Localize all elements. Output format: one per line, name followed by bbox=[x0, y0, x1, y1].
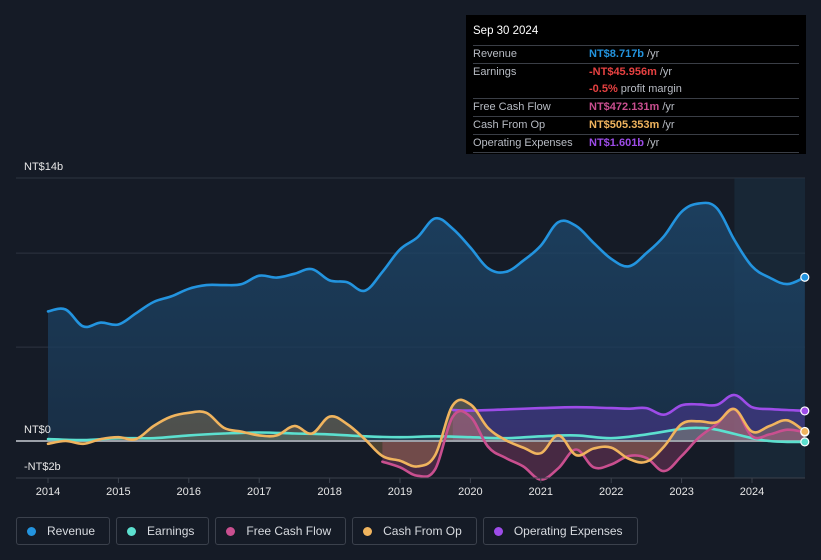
legend-item-earnings[interactable]: Earnings bbox=[116, 517, 210, 545]
tooltip-row-value: -0.5% bbox=[589, 83, 618, 95]
x-tick-label: 2017 bbox=[247, 486, 271, 498]
y-tick-label: NT$0 bbox=[24, 424, 51, 436]
tooltip-rows: Revenue NT$8.717b/yr Earnings -NT$45.956m/y… bbox=[473, 46, 799, 153]
tooltip-date: Sep 30 2024 bbox=[473, 23, 799, 46]
tooltip-row-value: NT$505.353m bbox=[589, 119, 660, 131]
tooltip-row-label: Free Cash Flow bbox=[473, 101, 551, 113]
tooltip-row-label: Operating Expenses bbox=[473, 137, 573, 149]
x-tick-label: 2022 bbox=[599, 486, 623, 498]
tooltip-row-label: Cash From Op bbox=[473, 119, 546, 131]
legend-dot-icon bbox=[226, 526, 236, 536]
legend: Revenue Earnings Free Cash Flow Cash From O… bbox=[16, 517, 638, 545]
tooltip-panel: Sep 30 2024 Revenue NT$8.717b/yr Earnings -… bbox=[466, 15, 806, 154]
tooltip-row-suffix: /yr bbox=[662, 101, 675, 113]
legend-label: Revenue bbox=[47, 524, 96, 538]
tooltip-row-suffix: /yr bbox=[662, 119, 675, 131]
x-tick-label: 2021 bbox=[529, 486, 553, 498]
legend-item-cash-from-op[interactable]: Cash From Op bbox=[352, 517, 477, 545]
tooltip-row-label: Revenue bbox=[473, 48, 518, 60]
cash-from-op-end-marker bbox=[800, 426, 810, 437]
x-tick-label: 2018 bbox=[317, 486, 341, 498]
y-tick-label: -NT$2b bbox=[24, 461, 61, 473]
x-tick-label: 2014 bbox=[36, 486, 60, 498]
tooltip-row-value: NT$472.131m bbox=[589, 101, 660, 113]
tooltip-row-value: -NT$45.956m bbox=[589, 66, 657, 78]
tooltip-row: Operating Expenses NT$1.601b/yr bbox=[473, 135, 799, 153]
legend-item-revenue[interactable]: Revenue bbox=[16, 517, 111, 545]
tooltip-row: Earnings -NT$45.956m/yr bbox=[473, 64, 799, 81]
legend-dot-icon bbox=[27, 526, 36, 536]
legend-label: Free Cash Flow bbox=[246, 524, 332, 538]
x-tick-label: 2019 bbox=[388, 486, 412, 498]
tooltip-row-suffix: /yr bbox=[647, 48, 660, 60]
x-axis-labels: 2014 2015 2016 2017 2018 2019 2020 2021 2022 2023… bbox=[36, 478, 764, 498]
earnings-end-marker bbox=[800, 437, 810, 447]
legend-label: Cash From Op bbox=[383, 524, 462, 538]
x-tick-label: 2024 bbox=[740, 486, 764, 498]
legend-item-free-cash-flow[interactable]: Free Cash Flow bbox=[215, 517, 347, 545]
legend-item-operating-expenses[interactable]: Operating Expenses bbox=[482, 517, 638, 545]
tooltip-row-value: NT$8.717b bbox=[589, 48, 645, 60]
legend-label: Operating Expenses bbox=[513, 524, 623, 538]
x-tick-label: 2020 bbox=[458, 486, 482, 498]
tooltip-row-label: Earnings bbox=[473, 66, 517, 78]
tooltip-row: Free Cash Flow NT$472.131m/yr bbox=[473, 99, 799, 117]
legend-dot-icon bbox=[363, 526, 373, 536]
tooltip-row-value: NT$1.601b bbox=[589, 137, 645, 149]
x-tick-label: 2023 bbox=[669, 486, 693, 498]
revenue-end-marker bbox=[800, 272, 810, 282]
tooltip-row-label bbox=[473, 81, 589, 98]
legend-dot-icon bbox=[127, 526, 137, 536]
legend-dot-icon bbox=[493, 526, 503, 536]
operating-expenses-end-marker bbox=[800, 406, 810, 416]
x-tick-label: 2016 bbox=[177, 486, 201, 498]
tooltip-row: Revenue NT$8.717b/yr bbox=[473, 46, 799, 64]
x-tick-label: 2015 bbox=[106, 486, 130, 498]
tooltip-row-suffix: profit margin bbox=[620, 83, 682, 95]
tooltip-row: Cash From Op NT$505.353m/yr bbox=[473, 117, 799, 135]
tooltip-row: -0.5% profit margin bbox=[473, 81, 799, 99]
legend-label: Earnings bbox=[147, 524, 195, 538]
tooltip-row-suffix: /yr bbox=[647, 137, 660, 149]
y-tick-label: NT$14b bbox=[24, 161, 63, 173]
tooltip-row-suffix: /yr bbox=[659, 66, 673, 78]
